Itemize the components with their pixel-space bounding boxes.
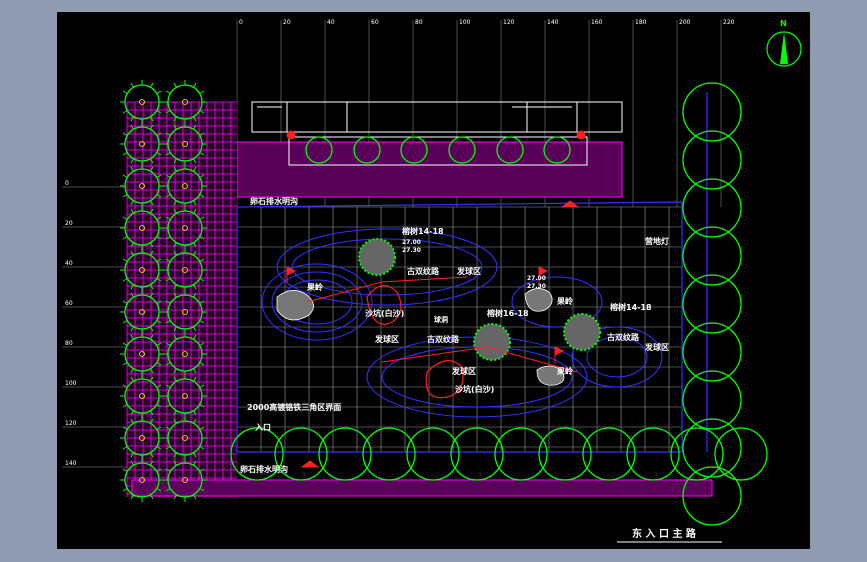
feature-tree bbox=[473, 323, 511, 361]
label-zone-a: 发球区 bbox=[456, 266, 481, 276]
paving-top bbox=[236, 136, 623, 198]
label-elev-c: 27.00 bbox=[527, 275, 546, 282]
label-green-c: 果岭 bbox=[556, 366, 573, 376]
left-tick-label: 100 bbox=[65, 380, 77, 387]
tree bbox=[682, 274, 742, 334]
title-block-text: 东 入 口 主 路 bbox=[632, 527, 697, 540]
top-tick-label: 0 bbox=[239, 19, 243, 26]
tree bbox=[682, 418, 742, 478]
label-tree-a: 榕树14-18 bbox=[402, 226, 444, 236]
labels: 卵石排水明沟 卵石排水明沟 2000高镀铬铁三角区界面 入口 营地灯 榕树14-… bbox=[240, 19, 787, 540]
tree bbox=[682, 178, 742, 238]
top-tick-label: 20 bbox=[283, 19, 291, 26]
top-tick-label: 100 bbox=[459, 19, 471, 26]
tree bbox=[682, 82, 742, 142]
top-tick-label: 40 bbox=[327, 19, 335, 26]
top-tick-label: 200 bbox=[679, 19, 691, 26]
top-tick-labels: 0 20 40 60 80 100 120 140 160 180 200 220 bbox=[239, 19, 735, 26]
left-tick-label: 80 bbox=[65, 340, 73, 347]
label-hole: 球洞 bbox=[434, 315, 448, 324]
top-tick-label: 160 bbox=[591, 19, 603, 26]
top-tick-label: 180 bbox=[635, 19, 647, 26]
tree bbox=[682, 322, 742, 382]
label-path-b: 古双纹路 bbox=[427, 334, 460, 344]
label-green-a: 果岭 bbox=[306, 282, 323, 292]
left-tick-label: 0 bbox=[65, 180, 69, 187]
top-tick-label: 220 bbox=[723, 19, 735, 26]
label-path-a: 古双纹路 bbox=[407, 266, 440, 276]
site-plan: 0 20 40 60 80 100 120 140 160 180 200 220 0 20 40 60 80… bbox=[62, 19, 802, 543]
label-zone-b: 发球区 bbox=[374, 334, 399, 344]
left-tick-label: 20 bbox=[65, 220, 73, 227]
left-tick-label: 40 bbox=[65, 260, 73, 267]
left-tick-label: 140 bbox=[65, 460, 77, 467]
label-zone-d: 发球区 bbox=[451, 366, 476, 376]
label-tree-c: 榕树16-18 bbox=[487, 308, 529, 318]
building-outline bbox=[251, 101, 623, 133]
label-elev-b: 27.30 bbox=[402, 247, 421, 254]
top-tick-label: 80 bbox=[415, 19, 423, 26]
feature-tree bbox=[563, 313, 601, 351]
top-tick-label: 120 bbox=[503, 19, 515, 26]
north-arrow bbox=[766, 31, 802, 67]
left-tick-labels: 0 20 40 60 80 100 120 140 bbox=[65, 180, 77, 467]
label-sand-b: 沙坑(白沙) bbox=[455, 384, 494, 394]
label-edge-drain-bottom: 卵石排水明沟 bbox=[240, 464, 288, 474]
label-elev-a: 27.00 bbox=[402, 239, 421, 246]
top-tick-label: 60 bbox=[371, 19, 379, 26]
label-zone-c: 发球区 bbox=[644, 342, 669, 352]
label-camp-light: 营地灯 bbox=[645, 236, 669, 246]
label-edge-drain-top: 卵石排水明沟 bbox=[250, 196, 298, 206]
paving-bottom bbox=[131, 479, 713, 497]
tree bbox=[682, 226, 742, 286]
drawing-sheet: 0 20 40 60 80 100 120 140 160 180 200 220 0 20 40 60 80… bbox=[57, 12, 810, 549]
label-entrance: 入口 bbox=[254, 423, 271, 432]
label-tree-b: 榕树14-18 bbox=[610, 302, 652, 312]
label-path-c: 古双纹路 bbox=[607, 332, 640, 342]
tree bbox=[682, 130, 742, 190]
label-green-b: 果岭 bbox=[556, 296, 573, 306]
left-tick-label: 60 bbox=[65, 300, 73, 307]
top-tick-label: 140 bbox=[547, 19, 559, 26]
label-elev-d: 27.30 bbox=[527, 283, 546, 290]
label-sand-a: 沙坑(白沙) bbox=[365, 308, 404, 318]
tree bbox=[682, 370, 742, 430]
feature-tree bbox=[358, 238, 396, 276]
label-north: N bbox=[780, 19, 787, 28]
label-fence-note: 2000高镀铬铁三角区界面 bbox=[247, 402, 341, 412]
left-tick-label: 120 bbox=[65, 420, 77, 427]
